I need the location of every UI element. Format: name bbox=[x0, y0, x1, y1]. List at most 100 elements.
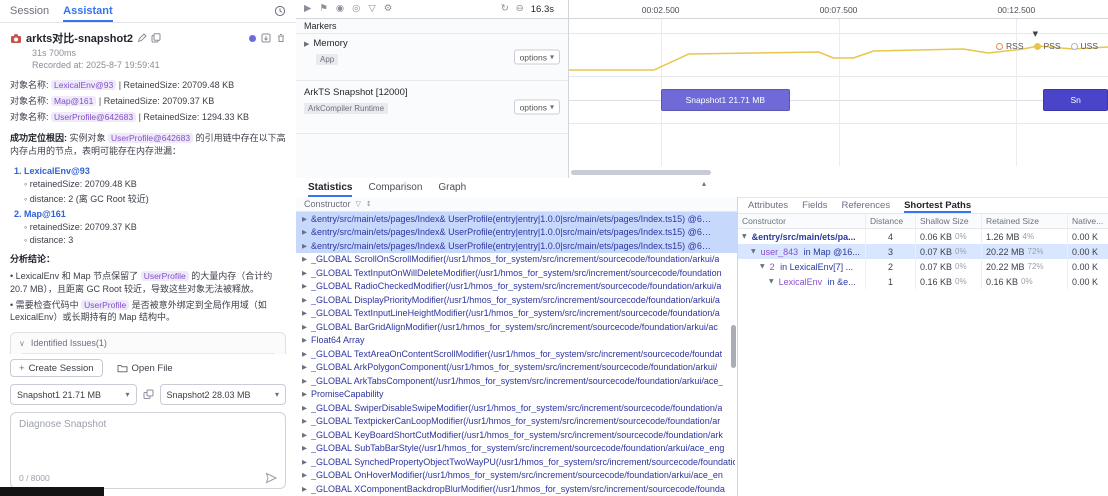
expand-arrow-icon[interactable]: ▶ bbox=[302, 296, 307, 304]
arkts-track-header[interactable]: ArkTS Snapshot [12000] ArkCompiler Runti… bbox=[296, 81, 568, 134]
expand-arrow-icon[interactable]: ▶ bbox=[302, 323, 307, 331]
open-file-button[interactable]: Open File bbox=[115, 359, 175, 377]
play-icon[interactable]: ▶ bbox=[304, 4, 311, 14]
expand-arrow-icon[interactable]: ▶ bbox=[302, 485, 307, 493]
constructor-row[interactable]: ▶_GLOBAL BarGridAlignModifier(/usr1/hmos… bbox=[296, 320, 737, 334]
constructor-row[interactable]: ▶&entry/src/main/ets/pages/Index& UserPr… bbox=[296, 212, 737, 226]
send-icon[interactable] bbox=[265, 472, 277, 484]
arkts-track[interactable]: Snapshot1 21.71 MBSn bbox=[569, 77, 1108, 124]
path-row[interactable]: ▼&entry/src/main/ets/pa...40.06 KB 0%1.2… bbox=[738, 229, 1108, 244]
memory-options-button[interactable]: options ▾ bbox=[514, 50, 560, 65]
issues-header[interactable]: ∨ Identified Issues(1) bbox=[11, 333, 285, 353]
tab-session[interactable]: Session bbox=[10, 0, 49, 22]
expand-arrow-icon[interactable]: ▶ bbox=[302, 242, 307, 250]
path-row[interactable]: ▼user_843 in Map @16...30.07 KB 0%20.22 … bbox=[738, 244, 1108, 259]
memory-track-header[interactable]: ▶ Memory App options ▾ bbox=[296, 34, 568, 81]
tab-assistant[interactable]: Assistant bbox=[63, 0, 113, 22]
legend-pss[interactable]: PSS bbox=[1034, 41, 1061, 51]
expand-arrow-icon[interactable]: ▶ bbox=[302, 458, 307, 466]
compare-icon[interactable] bbox=[143, 389, 154, 400]
constructor-row[interactable]: ▶PromiseCapability bbox=[296, 388, 737, 402]
filter-icon[interactable]: ▽ bbox=[356, 200, 361, 208]
column-header[interactable]: Native... bbox=[1068, 214, 1108, 228]
constructor-row[interactable]: ▶_GLOBAL DisplayPriorityModifier(/usr1/h… bbox=[296, 293, 737, 307]
expand-arrow-icon[interactable]: ▶ bbox=[302, 377, 307, 385]
history-icon[interactable] bbox=[274, 5, 286, 17]
flag-icon[interactable]: ⚑ bbox=[319, 4, 328, 14]
tab-comparison[interactable]: Comparison bbox=[368, 178, 422, 197]
constructor-row[interactable]: ▶_GLOBAL TextpickerCanLoopModifier(/usr1… bbox=[296, 415, 737, 429]
expand-arrow-icon[interactable]: ▶ bbox=[302, 444, 307, 452]
edit-icon[interactable] bbox=[137, 33, 147, 43]
memory-track[interactable]: ▼ RSSPSSUSS bbox=[569, 34, 1108, 77]
constructor-row[interactable]: ▶_GLOBAL ArkTabsComponent(/usr1/hmos_for… bbox=[296, 374, 737, 388]
constructor-row[interactable]: ▶_GLOBAL RadioCheckedModifier(/usr1/hmos… bbox=[296, 280, 737, 294]
record-icon[interactable]: ◉ bbox=[336, 4, 344, 14]
finding-name[interactable]: 1. LexicalEnv@93 bbox=[14, 166, 282, 176]
expand-arrow-icon[interactable]: ▶ bbox=[302, 350, 307, 358]
expand-arrow-icon[interactable]: ▶ bbox=[302, 215, 307, 223]
panel-collapse-caret[interactable]: ▴ bbox=[702, 179, 706, 188]
analysis-chip[interactable]: UserProfile bbox=[81, 300, 129, 310]
path-row[interactable]: ▼LexicalEnv in &e...10.16 KB 0%0.16 KB 0… bbox=[738, 274, 1108, 289]
constructor-row[interactable]: ▶_GLOBAL KeyBoardShortCutModifier(/usr1/… bbox=[296, 428, 737, 442]
constructor-row[interactable]: ▶&entry/src/main/ets/pages/Index& UserPr… bbox=[296, 226, 737, 240]
column-header[interactable]: Retained Size bbox=[982, 214, 1068, 228]
prompt-box[interactable]: Diagnose Snapshot 0 / 8000 bbox=[10, 412, 286, 489]
column-header[interactable]: Distance bbox=[866, 214, 916, 228]
tab-references[interactable]: References bbox=[841, 197, 890, 213]
settings-icon[interactable]: ⚙ bbox=[384, 4, 393, 14]
constructor-row[interactable]: ▶_GLOBAL TextAreaOnContentScrollModifier… bbox=[296, 347, 737, 361]
tab-attributes[interactable]: Attributes bbox=[748, 197, 788, 213]
root-cause-chip[interactable]: UserProfile@642683 bbox=[108, 133, 193, 143]
constructor-row[interactable]: ▶_GLOBAL SwiperDisableSwipeModifier(/usr… bbox=[296, 401, 737, 415]
path-row[interactable]: ▼2 in LexicalEnv[7] ...20.07 KB 0%20.22 … bbox=[738, 259, 1108, 274]
horizontal-scrollbar[interactable] bbox=[571, 170, 711, 175]
inspect-icon[interactable]: ◎ bbox=[352, 4, 360, 14]
finding-name[interactable]: 2. Map@161 bbox=[14, 209, 282, 219]
markers-track[interactable] bbox=[569, 19, 1108, 34]
expand-arrow-icon[interactable]: ▶ bbox=[302, 309, 307, 317]
constructor-row[interactable]: ▶_GLOBAL SubTabBarStyle(/usr1/hmos_for_s… bbox=[296, 442, 737, 456]
time-ruler[interactable]: 00:02.50000:07.50000:12.500 bbox=[569, 0, 1108, 19]
delete-icon[interactable] bbox=[276, 33, 286, 43]
expand-arrow-icon[interactable]: ▶ bbox=[302, 431, 307, 439]
constructor-row[interactable]: ▶_GLOBAL TextInputLineHeightModifier(/us… bbox=[296, 307, 737, 321]
legend-rss[interactable]: RSS bbox=[996, 41, 1023, 51]
analysis-chip[interactable]: UserProfile bbox=[141, 271, 189, 281]
vertical-scrollbar[interactable] bbox=[731, 325, 736, 368]
legend-uss[interactable]: USS bbox=[1071, 41, 1098, 51]
expand-arrow-icon[interactable]: ▶ bbox=[302, 228, 307, 236]
zoom-out-icon[interactable]: ⊖ bbox=[516, 4, 524, 14]
object-chip[interactable]: Map@161 bbox=[51, 96, 96, 106]
tab-statistics[interactable]: Statistics bbox=[308, 178, 352, 197]
object-chip[interactable]: UserProfile@642683 bbox=[51, 112, 136, 122]
constructor-header[interactable]: Constructor ▽ ↕ bbox=[296, 197, 737, 212]
tab-fields[interactable]: Fields bbox=[802, 197, 827, 213]
collapse-arrow-icon[interactable]: ▼ bbox=[769, 278, 774, 285]
export-icon[interactable] bbox=[261, 33, 271, 43]
collapse-arrow-icon[interactable]: ▼ bbox=[751, 248, 756, 255]
constructor-row[interactable]: ▶&entry/src/main/ets/pages/Index& UserPr… bbox=[296, 239, 737, 253]
filter-icon[interactable]: ▽ bbox=[368, 4, 375, 14]
constructor-row[interactable]: ▶Float64 Array bbox=[296, 334, 737, 348]
column-header[interactable]: Constructor bbox=[738, 214, 866, 228]
snapshot2-select[interactable]: Snapshot2 28.03 MB ▾ bbox=[160, 384, 287, 405]
expand-arrow-icon[interactable]: ▶ bbox=[302, 269, 307, 277]
constructor-row[interactable]: ▶_GLOBAL OnHoverModifier(/usr1/hmos_for_… bbox=[296, 469, 737, 483]
constructor-row[interactable]: ▶_GLOBAL XComponentBackdropBlurModifier(… bbox=[296, 482, 737, 496]
constructor-row[interactable]: ▶_GLOBAL ScrollOnScrollModifier(/usr1/hm… bbox=[296, 253, 737, 267]
copy-icon[interactable] bbox=[151, 33, 161, 43]
expand-arrow-icon[interactable]: ▶ bbox=[302, 363, 307, 371]
track-collapse-caret[interactable]: ▼ bbox=[1033, 30, 1038, 38]
sort-icon[interactable]: ↕ bbox=[366, 200, 372, 208]
constructor-row[interactable]: ▶_GLOBAL ArkPolygonComponent(/usr1/hmos_… bbox=[296, 361, 737, 375]
expand-arrow-icon[interactable]: ▶ bbox=[302, 255, 307, 263]
constructor-row[interactable]: ▶_GLOBAL TextInputOnWillDeleteModifier(/… bbox=[296, 266, 737, 280]
create-session-button[interactable]: + Create Session bbox=[10, 359, 103, 377]
object-chip[interactable]: LexicalEnv@93 bbox=[51, 80, 116, 90]
expand-arrow-icon[interactable]: ▶ bbox=[304, 40, 309, 48]
expand-arrow-icon[interactable]: ▶ bbox=[302, 404, 307, 412]
snapshot-bar[interactable]: Snapshot1 21.71 MB bbox=[661, 89, 790, 111]
column-header[interactable]: Shallow Size bbox=[916, 214, 982, 228]
